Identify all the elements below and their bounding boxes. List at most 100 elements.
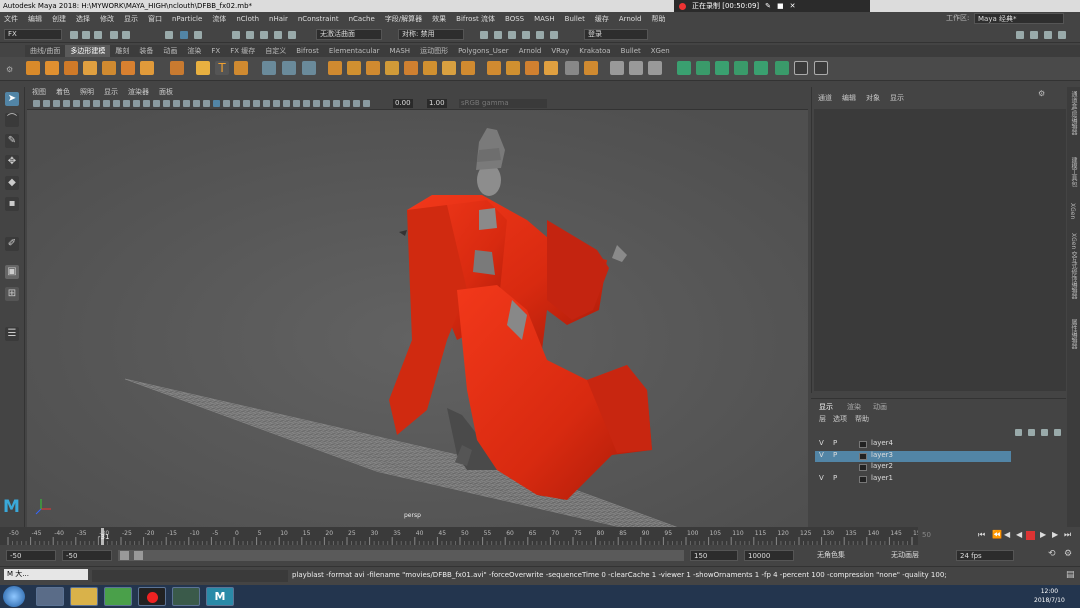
symmetry-select[interactable]: 对称: 禁用	[398, 29, 464, 40]
maya-taskbar-icon[interactable]: M	[206, 587, 234, 606]
stop-icon[interactable]: ■	[777, 2, 784, 10]
hypershade-icon[interactable]	[522, 31, 530, 39]
right-tab-3[interactable]: XGen 交互式修饰编辑器	[1069, 233, 1078, 299]
time-slider[interactable]: -50 -45 -40 -35 -30 -25 -20 -15 -10 -5 0 5 10 15 20 25 3…	[0, 527, 918, 545]
viewport-menu-2[interactable]: 照明	[80, 87, 94, 97]
shelf-tab-7[interactable]: FX 缓存	[225, 45, 260, 57]
right-tab-4[interactable]: 属性编辑器	[1069, 319, 1078, 349]
tool-settings-icon[interactable]	[1044, 31, 1052, 39]
attribute-editor-icon[interactable]	[1030, 31, 1038, 39]
viewport-tool-5-icon[interactable]	[83, 100, 90, 107]
undo-icon[interactable]	[110, 31, 118, 39]
viewport-tool-31-icon[interactable]	[343, 100, 350, 107]
viewport-tool-29-icon[interactable]	[323, 100, 330, 107]
viewport-tool-25-icon[interactable]	[283, 100, 290, 107]
fps-select[interactable]: 24 fps	[956, 550, 1014, 561]
viewport-tool-17-icon[interactable]	[203, 100, 210, 107]
viewport-tool-1-icon[interactable]	[43, 100, 50, 107]
ncache-icon[interactable]	[734, 61, 748, 75]
remove-constraint-icon[interactable]	[814, 61, 828, 75]
layer-row[interactable]: V Player1	[815, 474, 1011, 485]
play-forward-icon[interactable]: ▶	[1040, 530, 1046, 539]
viewport-tool-3-icon[interactable]	[63, 100, 70, 107]
character-set-select[interactable]: 无角色集	[814, 550, 880, 561]
menu-6[interactable]: 窗口	[148, 14, 162, 24]
svg-icon[interactable]	[234, 61, 248, 75]
render-frame-icon[interactable]	[480, 31, 488, 39]
menu-7[interactable]: nParticle	[172, 15, 202, 23]
prev-key-icon[interactable]: ◀	[1004, 530, 1010, 539]
layer-playback-toggle[interactable]: P	[833, 451, 837, 460]
menu-13[interactable]: 字段/解算器	[385, 14, 422, 24]
loop-icon[interactable]: ⟲	[1048, 549, 1056, 559]
combine-icon[interactable]	[262, 61, 276, 75]
super-shape-icon[interactable]	[196, 61, 210, 75]
taskbar-app-1-icon[interactable]	[36, 587, 64, 606]
layer-visibility-toggle[interactable]: V	[819, 474, 824, 482]
layer-color-swatch[interactable]	[859, 441, 867, 448]
fill-hole-icon[interactable]	[461, 61, 475, 75]
viewport-tool-26-icon[interactable]	[293, 100, 300, 107]
mirror-icon[interactable]	[385, 61, 399, 75]
right-tab-2[interactable]: XGen	[1069, 203, 1076, 219]
snap-view-icon[interactable]	[274, 31, 282, 39]
menu-11[interactable]: nConstraint	[298, 15, 339, 23]
system-clock[interactable]: 12:00 2018/7/10	[1034, 587, 1065, 605]
type-icon[interactable]: T	[215, 61, 229, 75]
four-view-icon[interactable]: ⊞	[5, 287, 19, 301]
layer-color-swatch[interactable]	[859, 475, 867, 483]
select-object-icon[interactable]	[180, 31, 188, 39]
shelf-tab-11[interactable]: MASH	[385, 45, 416, 57]
viewport-tool-12-icon[interactable]	[153, 100, 160, 107]
unfold-icon[interactable]	[584, 61, 598, 75]
poly-cylinder-icon[interactable]	[64, 61, 78, 75]
explorer-icon[interactable]	[70, 587, 98, 606]
last-tool-icon[interactable]: ✐	[5, 237, 19, 251]
layer-menu-help[interactable]: 帮助	[855, 414, 869, 424]
start-button-icon[interactable]	[3, 586, 25, 607]
shelf-tab-9[interactable]: Bifrost	[291, 45, 324, 57]
viewport-tool-19-icon[interactable]	[223, 100, 230, 107]
viewport-tool-13-icon[interactable]	[163, 100, 170, 107]
menu-17[interactable]: MASH	[534, 15, 555, 23]
menu-20[interactable]: Arnold	[619, 15, 642, 23]
select-component-icon[interactable]	[194, 31, 202, 39]
move-tool-icon[interactable]: ✥	[5, 155, 19, 169]
viewport-tool-32-icon[interactable]	[353, 100, 360, 107]
auto-map-icon[interactable]	[648, 61, 662, 75]
viewport-tool-24-icon[interactable]	[273, 100, 280, 107]
viewport-tool-28-icon[interactable]	[313, 100, 320, 107]
range-bar[interactable]	[118, 550, 684, 561]
channel-box-icon[interactable]	[1058, 31, 1066, 39]
layer-row[interactable]: layer2	[815, 462, 1011, 473]
nucleus-icon[interactable]	[754, 61, 768, 75]
outliner-icon[interactable]: ☰	[5, 327, 19, 341]
menu-4[interactable]: 修改	[100, 14, 114, 24]
layer-color-swatch[interactable]	[859, 464, 867, 471]
viewport-tool-11-icon[interactable]	[143, 100, 150, 107]
command-input[interactable]	[92, 570, 288, 582]
menu-21[interactable]: 帮助	[651, 14, 665, 24]
channel-menu-2[interactable]: 对象	[866, 93, 880, 103]
gain-field[interactable]: 1.00	[427, 99, 447, 108]
menu-12[interactable]: nCache	[349, 15, 375, 23]
channel-menu-1[interactable]: 编辑	[842, 93, 856, 103]
shelf-tab-1[interactable]: 多边形建模	[65, 45, 111, 57]
anim-layer-select[interactable]: 无动画层	[888, 550, 948, 561]
viewport-tool-0-icon[interactable]	[33, 100, 40, 107]
viewport-tool-15-icon[interactable]	[183, 100, 190, 107]
poly-cube-icon[interactable]	[45, 61, 59, 75]
viewport-tool-16-icon[interactable]	[193, 100, 200, 107]
nconstraint-icon[interactable]	[715, 61, 729, 75]
layer-row[interactable]: V Player3	[815, 450, 1011, 462]
layer-tab-anim[interactable]: 动画	[873, 402, 887, 412]
boolean-union-icon[interactable]	[328, 61, 342, 75]
viewport-tool-4-icon[interactable]	[73, 100, 80, 107]
script-editor-icon[interactable]: ▤	[1066, 570, 1075, 580]
menu-9[interactable]: nCloth	[236, 15, 259, 23]
boolean-intersection-icon[interactable]	[366, 61, 380, 75]
layer-menu-options[interactable]: 选项	[833, 414, 847, 424]
range-handle-left[interactable]	[120, 551, 129, 560]
anim-end-field[interactable]: 150	[690, 550, 738, 561]
viewport-tool-2-icon[interactable]	[53, 100, 60, 107]
